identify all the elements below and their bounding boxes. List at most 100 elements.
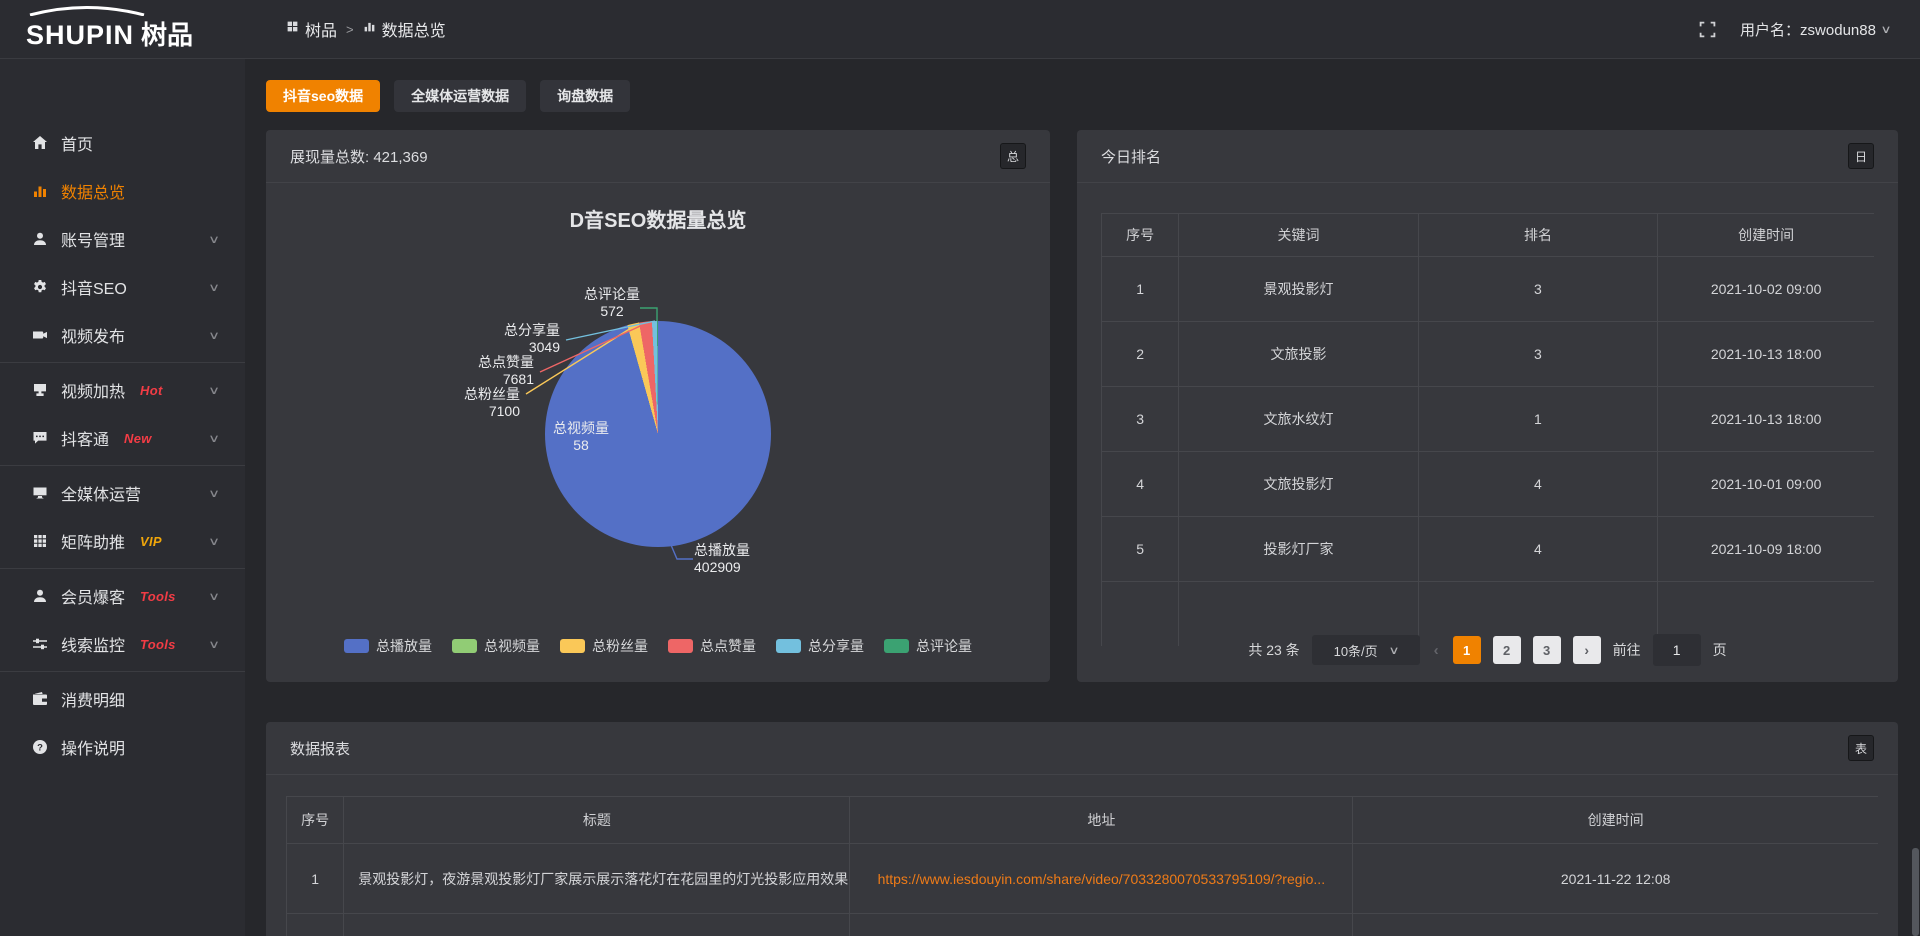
table-row: 4 文旅投影灯 4 2021-10-01 09:00 — [1102, 452, 1875, 517]
video-link[interactable]: https://www.iesdouyin.com/share/video/70… — [878, 871, 1326, 887]
cell-created: 2021-11-22 12:08 — [1353, 844, 1878, 914]
cell-rank: 1 — [1418, 387, 1657, 452]
desktop-icon — [31, 485, 48, 502]
chevron-down-icon: ∨ — [208, 233, 220, 246]
appstore-icon — [286, 20, 299, 38]
sidebar-item-spending-detail[interactable]: 消费明细 — [0, 675, 245, 723]
rank-col-keyword: 关键词 — [1179, 214, 1418, 257]
cell-index: 1 — [287, 844, 344, 914]
rank-col-created: 创建时间 — [1658, 214, 1874, 257]
sidebar-item-label: 会员爆客 — [61, 584, 125, 608]
table-row: 5 投影灯厂家 4 2021-10-09 18:00 — [1102, 517, 1875, 582]
total-mode-button[interactable]: 总 — [1000, 143, 1026, 169]
pie-label-plays: 总播放量 402909 — [694, 542, 804, 576]
rank-table-wrap: 序号 关键词 排名 创建时间 1 景观投影灯 3 2021-10-02 09:0… — [1101, 213, 1874, 646]
legend-item-fans[interactable]: 总粉丝量 — [560, 636, 648, 656]
tab-inquiry[interactable]: 询盘数据 — [540, 80, 630, 112]
tab-omnimedia[interactable]: 全媒体运营数据 — [394, 80, 526, 112]
goto-page-input[interactable] — [1653, 634, 1701, 666]
table-mode-button[interactable]: 表 — [1848, 735, 1874, 761]
legend-item-plays[interactable]: 总播放量 — [344, 636, 432, 656]
sidebar-item-douketong[interactable]: 抖客通 New ∨ — [0, 414, 245, 462]
user-icon — [31, 588, 48, 605]
vertical-scrollbar[interactable] — [1912, 848, 1919, 936]
page-button-3[interactable]: 3 — [1533, 636, 1561, 664]
wallet-icon — [31, 691, 48, 708]
sidebar-item-video-publish[interactable]: 视频发布 ∨ — [0, 311, 245, 359]
cell-index: 5 — [1102, 517, 1179, 582]
cell-created: 2021-10-13 18:00 — [1658, 322, 1874, 387]
report-panel-title: 数据报表 — [290, 738, 350, 759]
legend-label: 总评论量 — [916, 636, 972, 656]
sidebar-item-data-overview[interactable]: 数据总览 — [0, 167, 245, 215]
sidebar-item-label: 首页 — [61, 131, 93, 155]
day-mode-button[interactable]: 日 — [1848, 143, 1874, 169]
sidebar-item-home[interactable]: 首页 — [0, 119, 245, 167]
breadcrumb-current[interactable]: 数据总览 — [363, 17, 446, 41]
table-row-partial — [287, 914, 1879, 936]
page-button-1[interactable]: 1 — [1453, 636, 1481, 664]
home-icon — [31, 135, 48, 152]
user-icon — [31, 231, 48, 248]
breadcrumb-root[interactable]: 树品 — [286, 17, 337, 41]
grid-icon — [31, 533, 48, 550]
pie-chart-area: D音SEO数据量总览 总评论量 572 总分享量 3049 总点赞量 7681 — [266, 182, 1050, 682]
sidebar-item-member-burst[interactable]: 会员爆客 Tools ∨ — [0, 572, 245, 620]
monitor-stand-icon — [31, 382, 48, 399]
rank-table: 序号 关键词 排名 创建时间 1 景观投影灯 3 2021-10-02 09:0… — [1101, 213, 1874, 646]
chevron-down-icon: ∨ — [208, 329, 220, 342]
legend-item-videos[interactable]: 总视频量 — [452, 636, 540, 656]
bar-chart-icon — [363, 20, 376, 38]
breadcrumb-separator: > — [346, 22, 354, 37]
sidebar-item-douyin-seo[interactable]: 抖音SEO ∨ — [0, 263, 245, 311]
pie-label-value: 7100 — [416, 403, 520, 420]
cell-created: 2021-10-09 18:00 — [1658, 517, 1874, 582]
chevron-down-icon: ∨ — [208, 384, 220, 397]
legend-item-shares[interactable]: 总分享量 — [776, 636, 864, 656]
chevron-down-icon: ∨ — [1388, 644, 1399, 657]
pie-label-value: 58 — [549, 437, 613, 454]
pie-label-value: 402909 — [694, 559, 804, 576]
cell-keyword: 文旅投影灯 — [1179, 452, 1418, 517]
question-circle-icon: ? — [31, 739, 48, 756]
user-dropdown[interactable]: 用户名：zswodun88 ∨ — [1740, 19, 1890, 40]
chevron-down-icon: ∨ — [208, 487, 220, 500]
tab-douyin-seo[interactable]: 抖音seo数据 — [266, 80, 380, 112]
next-page-button[interactable]: › — [1573, 636, 1601, 664]
page-size-select[interactable]: 10条/页 ∨ — [1312, 635, 1420, 665]
new-badge: New — [124, 431, 152, 446]
sidebar-item-lead-monitor[interactable]: 线索监控 Tools ∨ — [0, 620, 245, 668]
sidebar-item-matrix-boost[interactable]: 矩阵助推 VIP ∨ — [0, 517, 245, 565]
top-header: SHUPIN树品 树品 > 数据总览 — [0, 0, 1920, 59]
sidebar-item-account[interactable]: 账号管理 ∨ — [0, 215, 245, 263]
cell-keyword: 文旅投影 — [1179, 322, 1418, 387]
legend-chip — [560, 639, 585, 653]
pie-label-name: 总播放量 — [694, 542, 804, 559]
cell-keyword: 景观投影灯 — [1179, 257, 1418, 322]
sliders-icon — [31, 636, 48, 653]
sidebar-item-video-heat[interactable]: 视频加热 Hot ∨ — [0, 366, 245, 414]
gear-icon — [31, 279, 48, 296]
chevron-down-icon: ∨ — [208, 281, 220, 294]
cell-rank: 3 — [1418, 257, 1657, 322]
fullscreen-icon[interactable] — [1699, 21, 1716, 38]
sidebar-item-label: 矩阵助推 — [61, 529, 125, 553]
pie-label-value: 572 — [560, 303, 664, 320]
chart-legend: 总播放量 总视频量 总粉丝量 总点赞量 总分享量 — [266, 636, 1050, 656]
vip-badge: VIP — [140, 534, 162, 549]
bar-chart-icon — [31, 183, 48, 200]
legend-item-likes[interactable]: 总点赞量 — [668, 636, 756, 656]
legend-item-comments[interactable]: 总评论量 — [884, 636, 972, 656]
prev-page-button[interactable]: ‹ — [1432, 642, 1441, 659]
pie-label-name: 总粉丝量 — [416, 386, 520, 403]
report-table: 序号 标题 地址 创建时间 1 景观投影灯，夜游景观投影灯厂家展示展示落花灯在花… — [286, 796, 1878, 936]
page-button-2[interactable]: 2 — [1493, 636, 1521, 664]
legend-label: 总视频量 — [484, 636, 540, 656]
sidebar-item-omnimedia[interactable]: 全媒体运营 ∨ — [0, 469, 245, 517]
sidebar-item-help[interactable]: ? 操作说明 — [0, 723, 245, 771]
pie-label-shares: 总分享量 3049 — [456, 322, 560, 356]
cell-created: 2021-10-01 09:00 — [1658, 452, 1874, 517]
chevron-down-icon: ∨ — [208, 432, 220, 445]
pie-label-comments: 总评论量 572 — [560, 286, 664, 320]
report-col-created: 创建时间 — [1353, 797, 1878, 844]
